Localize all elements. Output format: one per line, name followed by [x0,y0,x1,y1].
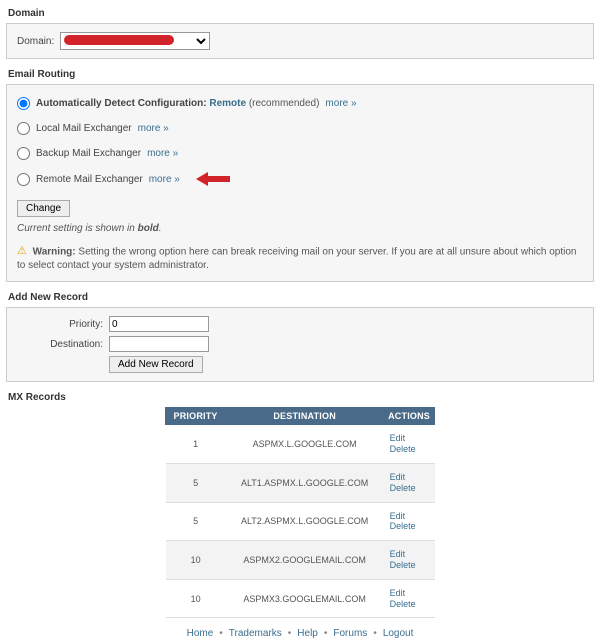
edit-link[interactable]: Edit [390,588,429,599]
mx-records-title: MX Records [8,392,594,403]
footer-sep: • [219,628,223,639]
warning-row: ⚠ Warning: Setting the wrong option here… [17,244,583,273]
routing-backup-label: Backup Mail Exchanger [36,148,141,159]
add-record-button[interactable]: Add New Record [109,356,203,373]
mx-destination: ASPMX3.GOOGLEMAIL.COM [226,579,384,618]
change-button[interactable]: Change [17,200,70,217]
add-record-panel: Priority: Destination: Add New Record [6,307,594,382]
mx-header-destination: DESTINATION [226,408,384,425]
delete-link[interactable]: Delete [390,599,429,610]
routing-local-more[interactable]: more » [138,123,169,134]
table-row: 10ASPMX3.GOOGLEMAIL.COM EditDelete [166,579,435,618]
warning-icon: ⚠ [17,244,27,259]
footer-sep: • [373,628,377,639]
destination-label: Destination: [17,339,109,350]
table-row: 1ASPMX.L.GOOGLE.COM EditDelete [166,425,435,464]
add-record-title: Add New Record [8,292,594,303]
current-setting-note: Current setting is shown in bold. [17,223,583,234]
mx-priority: 5 [166,502,226,541]
routing-backup-more[interactable]: more » [147,148,178,159]
mx-priority: 1 [166,425,226,464]
table-row: 5ALT2.ASPMX.L.GOOGLE.COM EditDelete [166,502,435,541]
delete-link[interactable]: Delete [390,521,429,532]
domain-label: Domain: [17,36,54,47]
routing-local-radio[interactable] [17,122,30,135]
routing-local-label: Local Mail Exchanger [36,123,132,134]
edit-link[interactable]: Edit [390,549,429,560]
table-row: 10ASPMX2.GOOGLEMAIL.COM EditDelete [166,541,435,580]
delete-link[interactable]: Delete [390,444,429,455]
mx-header-actions: ACTIONS [384,408,435,425]
mx-priority: 10 [166,579,226,618]
edit-link[interactable]: Edit [390,433,429,444]
email-routing-title: Email Routing [8,69,594,80]
priority-input[interactable] [109,316,209,332]
mx-header-priority: PRIORITY [166,408,226,425]
delete-link[interactable]: Delete [390,560,429,571]
mx-table: PRIORITY DESTINATION ACTIONS 1ASPMX.L.GO… [165,407,435,618]
mx-destination: ALT1.ASPMX.L.GOOGLE.COM [226,463,384,502]
priority-label: Priority: [17,319,109,330]
footer-sep: • [288,628,292,639]
destination-input[interactable] [109,336,209,352]
footer-links: Home • Trademarks • Help • Forums • Logout [6,628,594,639]
routing-backup-radio[interactable] [17,147,30,160]
mx-priority: 5 [166,463,226,502]
footer-link[interactable]: Help [297,628,318,639]
delete-link[interactable]: Delete [390,483,429,494]
footer-link[interactable]: Logout [383,628,414,639]
mx-priority: 10 [166,541,226,580]
domain-panel: Domain: [6,23,594,59]
edit-link[interactable]: Edit [390,511,429,522]
footer-sep: • [324,628,328,639]
routing-remote-label: Remote Mail Exchanger [36,174,143,185]
footer-link[interactable]: Trademarks [229,628,282,639]
domain-section-title: Domain [8,8,594,19]
routing-remote-radio[interactable] [17,173,30,186]
footer-link[interactable]: Home [187,628,214,639]
email-routing-panel: Automatically Detect Configuration: Remo… [6,84,594,282]
routing-auto-more[interactable]: more » [325,98,356,109]
mx-destination: ASPMX.L.GOOGLE.COM [226,425,384,464]
routing-remote-more[interactable]: more » [149,174,180,185]
footer-link[interactable]: Forums [333,628,367,639]
edit-link[interactable]: Edit [390,472,429,483]
mx-destination: ASPMX2.GOOGLEMAIL.COM [226,541,384,580]
table-row: 5ALT1.ASPMX.L.GOOGLE.COM EditDelete [166,463,435,502]
mx-destination: ALT2.ASPMX.L.GOOGLE.COM [226,502,384,541]
routing-auto-label: Automatically Detect Configuration: Remo… [36,98,319,109]
annotation-arrow-icon [196,172,230,186]
domain-select[interactable] [60,32,210,50]
routing-auto-radio[interactable] [17,97,30,110]
